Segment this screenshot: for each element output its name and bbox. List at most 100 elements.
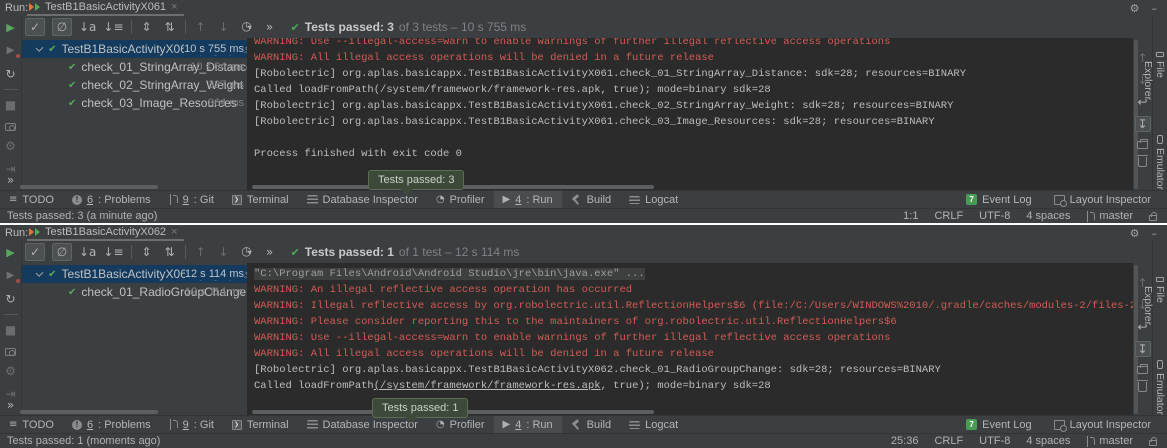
close-icon[interactable]: × (171, 227, 177, 237)
screenshot-icon[interactable] (5, 123, 16, 131)
rerun-button[interactable]: ▶ (4, 20, 18, 36)
toolwindow-problems[interactable]: !6: Problems (63, 416, 160, 434)
resume-button[interactable]: ↻ (4, 291, 18, 307)
close-icon[interactable]: × (171, 2, 177, 12)
tree-row-root[interactable]: ✔ TestB1BasicActivityX062 (org.aplas.t 1… (22, 265, 247, 283)
tree-row-test[interactable]: ✔ check_03_Image_Resources 364 ms (22, 94, 247, 112)
next-occurrence-button[interactable]: ↓ (216, 19, 232, 35)
chevron-down-icon[interactable] (36, 44, 44, 52)
clear-all-icon[interactable] (1138, 382, 1147, 392)
minimize-icon[interactable]: – (1152, 2, 1158, 15)
tab-emulator[interactable]: Emulator (1154, 135, 1166, 190)
toolwindow-run[interactable]: ▶4: Run (494, 416, 562, 434)
expand-all-button[interactable]: ⇕ (139, 244, 155, 260)
toolwindow-terminal[interactable]: ❯Terminal (223, 191, 298, 209)
next-occurrence-button[interactable]: ↓ (216, 244, 232, 260)
indent-setting[interactable]: 4 spaces (1026, 210, 1070, 222)
tree-horizontal-scrollbar[interactable] (20, 410, 158, 414)
toolwindow-terminal[interactable]: ❯Terminal (223, 416, 298, 434)
collapse-all-button[interactable]: ⇅ (162, 19, 178, 35)
test-history-button[interactable]: ◷▾ (239, 18, 255, 36)
file-encoding[interactable]: UTF-8 (979, 435, 1010, 447)
tab-emulator[interactable]: Emulator (1154, 360, 1166, 415)
sort-alphabetically-button[interactable]: ↓a (79, 244, 96, 260)
stop-button[interactable]: ■ (4, 322, 18, 338)
lock-icon[interactable] (1149, 440, 1157, 446)
caret-position[interactable]: 1:1 (903, 210, 918, 222)
tree-row-test[interactable]: ✔ check_01_RadioGroupChange 12 s 114 ms (22, 283, 247, 301)
toolwindow-profiler[interactable]: ◔Profiler (427, 416, 494, 434)
more-icon[interactable]: » (262, 19, 278, 35)
print-icon[interactable] (1137, 366, 1148, 374)
run-tab-x062[interactable]: TestB1BasicActivityX062 × (27, 225, 184, 241)
layout-inspector-button[interactable]: Layout Inspector (1054, 416, 1151, 434)
test-duration: 327 ms (208, 79, 244, 91)
toolwindow-git[interactable]: 9: Git (160, 191, 223, 209)
tree-row-test[interactable]: ✔ check_02_StringArray_Weight 327 ms (22, 76, 247, 94)
collapse-all-button[interactable]: ⇅ (162, 244, 178, 260)
tree-horizontal-scrollbar[interactable] (20, 185, 158, 189)
more-icon[interactable]: » (0, 397, 21, 413)
indent-setting[interactable]: 4 spaces (1026, 435, 1070, 447)
caret-position[interactable]: 25:36 (891, 435, 919, 447)
previous-occurrence-button[interactable]: ↑ (193, 244, 209, 260)
file-encoding[interactable]: UTF-8 (979, 210, 1010, 222)
settings-gear-icon[interactable]: ⚙ (1130, 227, 1140, 240)
layout-inspector-button[interactable]: Layout Inspector (1054, 191, 1151, 209)
more-icon[interactable]: » (262, 244, 278, 260)
screenshot-icon[interactable] (5, 348, 16, 356)
event-log-button[interactable]: 7Event Log (966, 191, 1032, 209)
minimize-icon[interactable]: – (1152, 227, 1158, 240)
toolwindow-build[interactable]: Build (562, 416, 620, 434)
show-ignored-toggle[interactable]: ∅ (52, 18, 72, 36)
sort-by-duration-button[interactable]: ↓≡ (103, 19, 123, 35)
test-toolbar: ✓ ∅ ↓a ↓≡ ⇕ ⇅ ↑ ↓ ◷▾ » ✔ Tests passed: 3… (22, 16, 1152, 38)
tab-device-file-explorer[interactable]: Device File Explorer (1142, 277, 1167, 334)
file-path-link[interactable]: (/system/framework/framework-res.apk (374, 380, 601, 392)
git-branch-widget[interactable]: master (1086, 210, 1133, 222)
logcat-icon (629, 421, 640, 429)
rerun-failed-tests-button[interactable]: ▶ (4, 43, 18, 59)
toolwindow-logcat[interactable]: Logcat (620, 191, 687, 209)
more-icon[interactable]: » (0, 172, 21, 188)
event-log-button[interactable]: 7Event Log (966, 416, 1032, 434)
rerun-failed-tests-button[interactable]: ▶ (4, 268, 18, 284)
sort-alphabetically-button[interactable]: ↓a (79, 19, 96, 35)
test-settings-icon[interactable]: ⚙ (4, 138, 18, 154)
git-branch-widget[interactable]: master (1086, 435, 1133, 447)
sort-by-duration-button[interactable]: ↓≡ (103, 244, 123, 260)
scroll-to-end-button[interactable]: ↧ (1135, 116, 1151, 132)
resume-button[interactable]: ↻ (4, 66, 18, 82)
expand-all-button[interactable]: ⇕ (139, 19, 155, 35)
show-ignored-toggle[interactable]: ∅ (52, 243, 72, 261)
toolwindow-build[interactable]: Build (562, 191, 620, 209)
rerun-button[interactable]: ▶ (4, 245, 18, 261)
print-icon[interactable] (1137, 141, 1148, 149)
previous-occurrence-button[interactable]: ↑ (193, 19, 209, 35)
toolwindow-git[interactable]: 9: Git (160, 416, 223, 434)
toolwindow-todo[interactable]: ≡TODO (0, 416, 63, 434)
chevron-down-icon[interactable] (36, 269, 44, 277)
tree-row-test[interactable]: ✔ check_01_StringArray_Distance 10 s 64 … (22, 58, 247, 76)
stop-button[interactable]: ■ (4, 97, 18, 113)
console-line: [Robolectric] org.aplas.basicappx.TestB1… (254, 114, 1133, 130)
test-settings-icon[interactable]: ⚙ (4, 363, 18, 379)
lock-icon[interactable] (1149, 215, 1157, 221)
settings-gear-icon[interactable]: ⚙ (1130, 2, 1140, 15)
toolwindow-run[interactable]: ▶4: Run (494, 191, 562, 209)
toolwindow-todo[interactable]: ≡TODO (0, 191, 63, 209)
show-passed-toggle[interactable]: ✓ (25, 18, 45, 36)
test-history-button[interactable]: ◷▾ (239, 243, 255, 261)
tab-device-file-explorer[interactable]: Device File Explorer (1142, 52, 1167, 109)
line-separator[interactable]: CRLF (934, 435, 963, 447)
toolwindow-problems[interactable]: !6: Problems (63, 191, 160, 209)
test-tree: ✔ TestB1BasicActivityX062 (org.aplas.t 1… (22, 265, 247, 415)
scroll-to-end-button[interactable]: ↧ (1135, 341, 1151, 357)
line-separator[interactable]: CRLF (934, 210, 963, 222)
toolwindow-logcat[interactable]: Logcat (620, 416, 687, 434)
clear-all-icon[interactable] (1138, 157, 1147, 167)
tree-row-root[interactable]: ✔ TestB1BasicActivityX061 (org.aplas.t 1… (22, 40, 247, 58)
toolwindow-profiler[interactable]: ◔Profiler (427, 191, 494, 209)
show-passed-toggle[interactable]: ✓ (25, 243, 45, 261)
run-tab-x061[interactable]: TestB1BasicActivityX061 × (27, 0, 184, 16)
